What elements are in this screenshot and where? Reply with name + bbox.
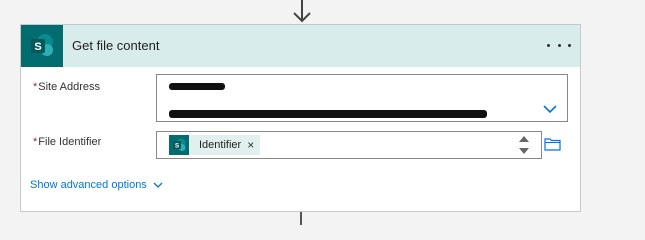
chevron-down-icon xyxy=(153,182,163,188)
card-title[interactable]: Get file content xyxy=(72,38,159,53)
file-identifier-label-text: File Identifier xyxy=(38,136,102,148)
folder-icon[interactable] xyxy=(544,137,561,151)
site-address-redacted-line-1 xyxy=(169,80,225,92)
more-options-icon[interactable] xyxy=(547,37,571,53)
file-identifier-field[interactable]: S Identifier × xyxy=(156,131,542,159)
required-mark: * xyxy=(33,136,38,148)
connector-line xyxy=(300,212,302,225)
card-header[interactable]: S Get file content xyxy=(21,25,580,67)
site-address-field[interactable] xyxy=(156,74,568,122)
required-mark: * xyxy=(33,81,38,93)
sharepoint-icon-letter: S xyxy=(34,41,41,53)
get-file-content-action-card: S Get file content *Site Address *File I… xyxy=(20,24,581,212)
file-identifier-label: *File Identifier xyxy=(33,136,101,148)
show-advanced-options-label: Show advanced options xyxy=(30,179,147,191)
spinner-arrows-icon[interactable] xyxy=(517,133,531,157)
token-icon-letter: S xyxy=(175,143,180,150)
remove-token-icon[interactable]: × xyxy=(247,139,254,151)
identifier-token[interactable]: S Identifier × xyxy=(169,135,261,155)
show-advanced-options-link[interactable]: Show advanced options xyxy=(30,179,163,191)
token-label: Identifier xyxy=(199,139,242,151)
sharepoint-icon: S xyxy=(21,25,63,67)
site-address-label: *Site Address xyxy=(33,81,100,93)
chevron-down-icon[interactable] xyxy=(543,104,557,114)
site-address-redacted-line-2 xyxy=(169,105,487,123)
flow-designer-canvas: S Get file content *Site Address *File I… xyxy=(0,0,645,225)
sharepoint-icon: S xyxy=(169,135,189,155)
connector-arrow-icon xyxy=(293,0,311,23)
site-address-label-text: Site Address xyxy=(38,81,101,93)
